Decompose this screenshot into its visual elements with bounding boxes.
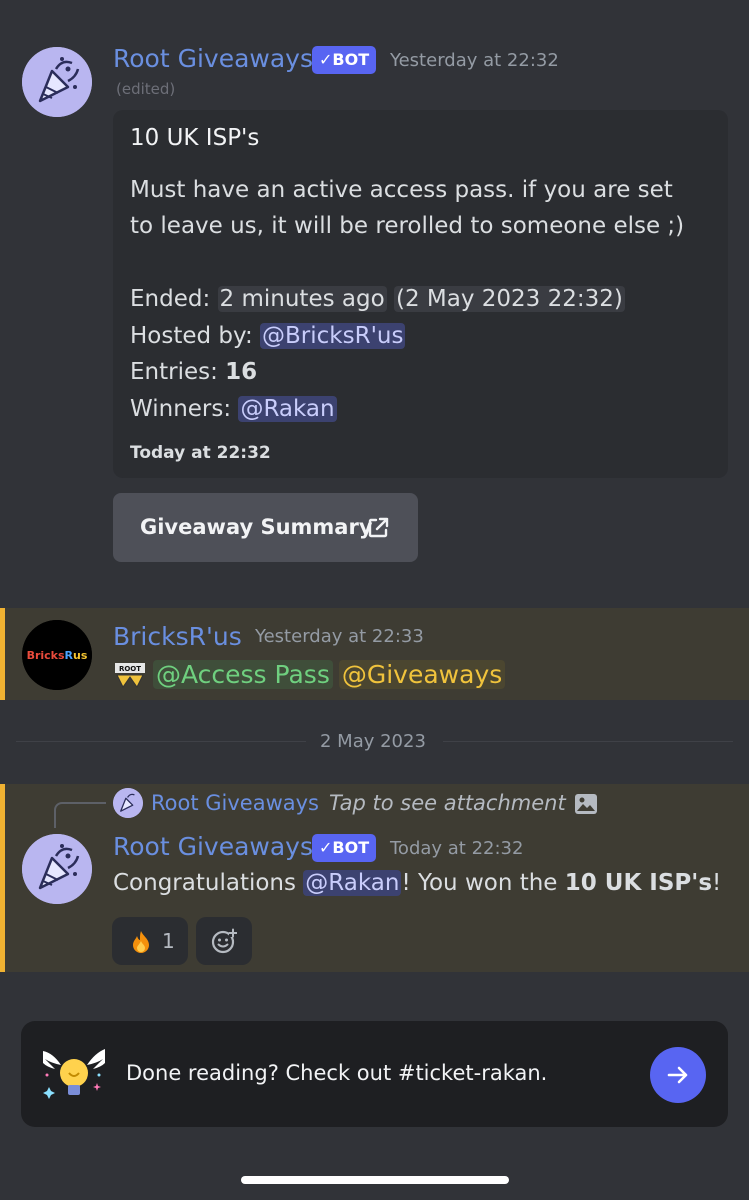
bricksrus-logo-icon: BricksRus [22, 620, 92, 690]
prize-name: 10 UK ISP's [564, 870, 713, 896]
message-timestamp: Today at 22:32 [390, 838, 524, 859]
message-text: ! [712, 870, 722, 896]
party-popper-icon [22, 834, 92, 904]
ended-label: Ended: [130, 286, 218, 312]
party-popper-icon [113, 788, 143, 818]
user-mention-rakan[interactable]: @Rakan [303, 870, 402, 896]
message-author[interactable]: Root Giveaways [113, 832, 313, 861]
chat-screen: Root Giveaways ✓BOT Yesterday at 22:32 (… [0, 0, 749, 1200]
root-proxies-emoji-icon: ROOT [115, 662, 145, 688]
role-mention-access-pass[interactable]: @Access Pass [153, 660, 333, 689]
go-to-channel-button[interactable] [650, 1047, 706, 1103]
embed-title: 10 UK ISP's [130, 125, 260, 151]
hosted-mention[interactable]: @BricksR'us [260, 323, 406, 349]
bot-tag: ✓BOT [312, 46, 377, 74]
avatar[interactable]: BricksRus [22, 620, 92, 690]
message-text: Congratulations [113, 870, 304, 896]
giveaway-summary-label: Giveaway Summary [140, 515, 373, 539]
message-timestamp: Yesterday at 22:32 [390, 50, 559, 71]
home-indicator[interactable] [241, 1176, 509, 1184]
external-link-icon [368, 517, 389, 538]
svg-text:BricksRus: BricksRus [27, 649, 88, 662]
role-mention-giveaways[interactable]: @Giveaways [338, 660, 506, 689]
avatar[interactable] [22, 47, 92, 117]
add-reaction-button[interactable] [196, 917, 252, 965]
message-author[interactable]: BricksR'us [113, 622, 242, 651]
bot-tag-label: BOT [332, 838, 370, 857]
ended-absolute-time[interactable]: (2 May 2023 22:32) [393, 286, 625, 312]
embed-footer-timestamp: Today at 22:32 [130, 443, 271, 463]
reply-preview[interactable]: Tap to see attachment [329, 791, 566, 815]
message-author[interactable]: Root Giveaways [113, 44, 313, 73]
giveaway-embed: 10 UK ISP's Must have an active access p… [113, 110, 728, 478]
arrow-right-icon [667, 1066, 688, 1084]
reply-connector [54, 802, 106, 828]
fire-emoji-icon [133, 931, 149, 953]
winner-mention[interactable]: @Rakan [238, 396, 337, 422]
embed-description-line: Must have an active access pass. if you … [130, 177, 673, 203]
message-timestamp: Yesterday at 22:33 [255, 626, 424, 647]
ended-relative-time[interactable]: 2 minutes ago [217, 286, 387, 312]
embed-hosted-row: Hosted by: @BricksR'us [130, 318, 406, 354]
message-content: ROOT @Access Pass @Giveaways [113, 660, 506, 689]
message-content: Congratulations @Rakan! You won the 10 U… [113, 870, 721, 896]
message-root-giveaways-embed[interactable]: Root Giveaways ✓BOT Yesterday at 22:32 (… [0, 0, 749, 600]
embed-ended-row: Ended: 2 minutes ago (2 May 2023 22:32) [130, 281, 625, 317]
message-text: ! You won the [401, 870, 565, 896]
image-icon [575, 794, 597, 814]
avatar[interactable] [22, 834, 92, 904]
bot-tag: ✓BOT [312, 834, 377, 862]
entries-label: Entries: [130, 359, 226, 385]
reaction-fire[interactable]: 1 [112, 917, 188, 965]
reply-author[interactable]: Root Giveaways [151, 791, 319, 815]
edited-indicator: (edited) [116, 80, 176, 98]
embed-winners-row: Winners: @Rakan [130, 391, 337, 427]
winged-lightbulb-icon [43, 1049, 105, 1099]
check-icon: ✓ [319, 50, 333, 69]
banner-text: Done reading? Check out #ticket-rakan. [126, 1061, 548, 1085]
date-divider-line [443, 741, 733, 742]
done-reading-banner[interactable]: Done reading? Check out #ticket-rakan. [21, 1021, 728, 1127]
reaction-count: 1 [162, 929, 175, 953]
svg-text:ROOT: ROOT [119, 665, 141, 673]
reply-avatar [113, 788, 143, 818]
date-divider: 2 May 2023 [320, 731, 426, 752]
embed-entries-row: Entries: 16 [130, 354, 257, 390]
entries-value: 16 [225, 359, 258, 385]
add-reaction-icon [211, 928, 237, 954]
giveaway-summary-button[interactable]: Giveaway Summary [113, 493, 418, 562]
bot-tag-label: BOT [332, 50, 370, 69]
date-divider-line [16, 741, 306, 742]
party-popper-icon [22, 47, 92, 117]
hosted-label: Hosted by: [130, 323, 261, 349]
check-icon: ✓ [319, 838, 333, 857]
embed-description-line: to leave us, it will be rerolled to some… [130, 213, 685, 239]
winners-label: Winners: [130, 396, 239, 422]
